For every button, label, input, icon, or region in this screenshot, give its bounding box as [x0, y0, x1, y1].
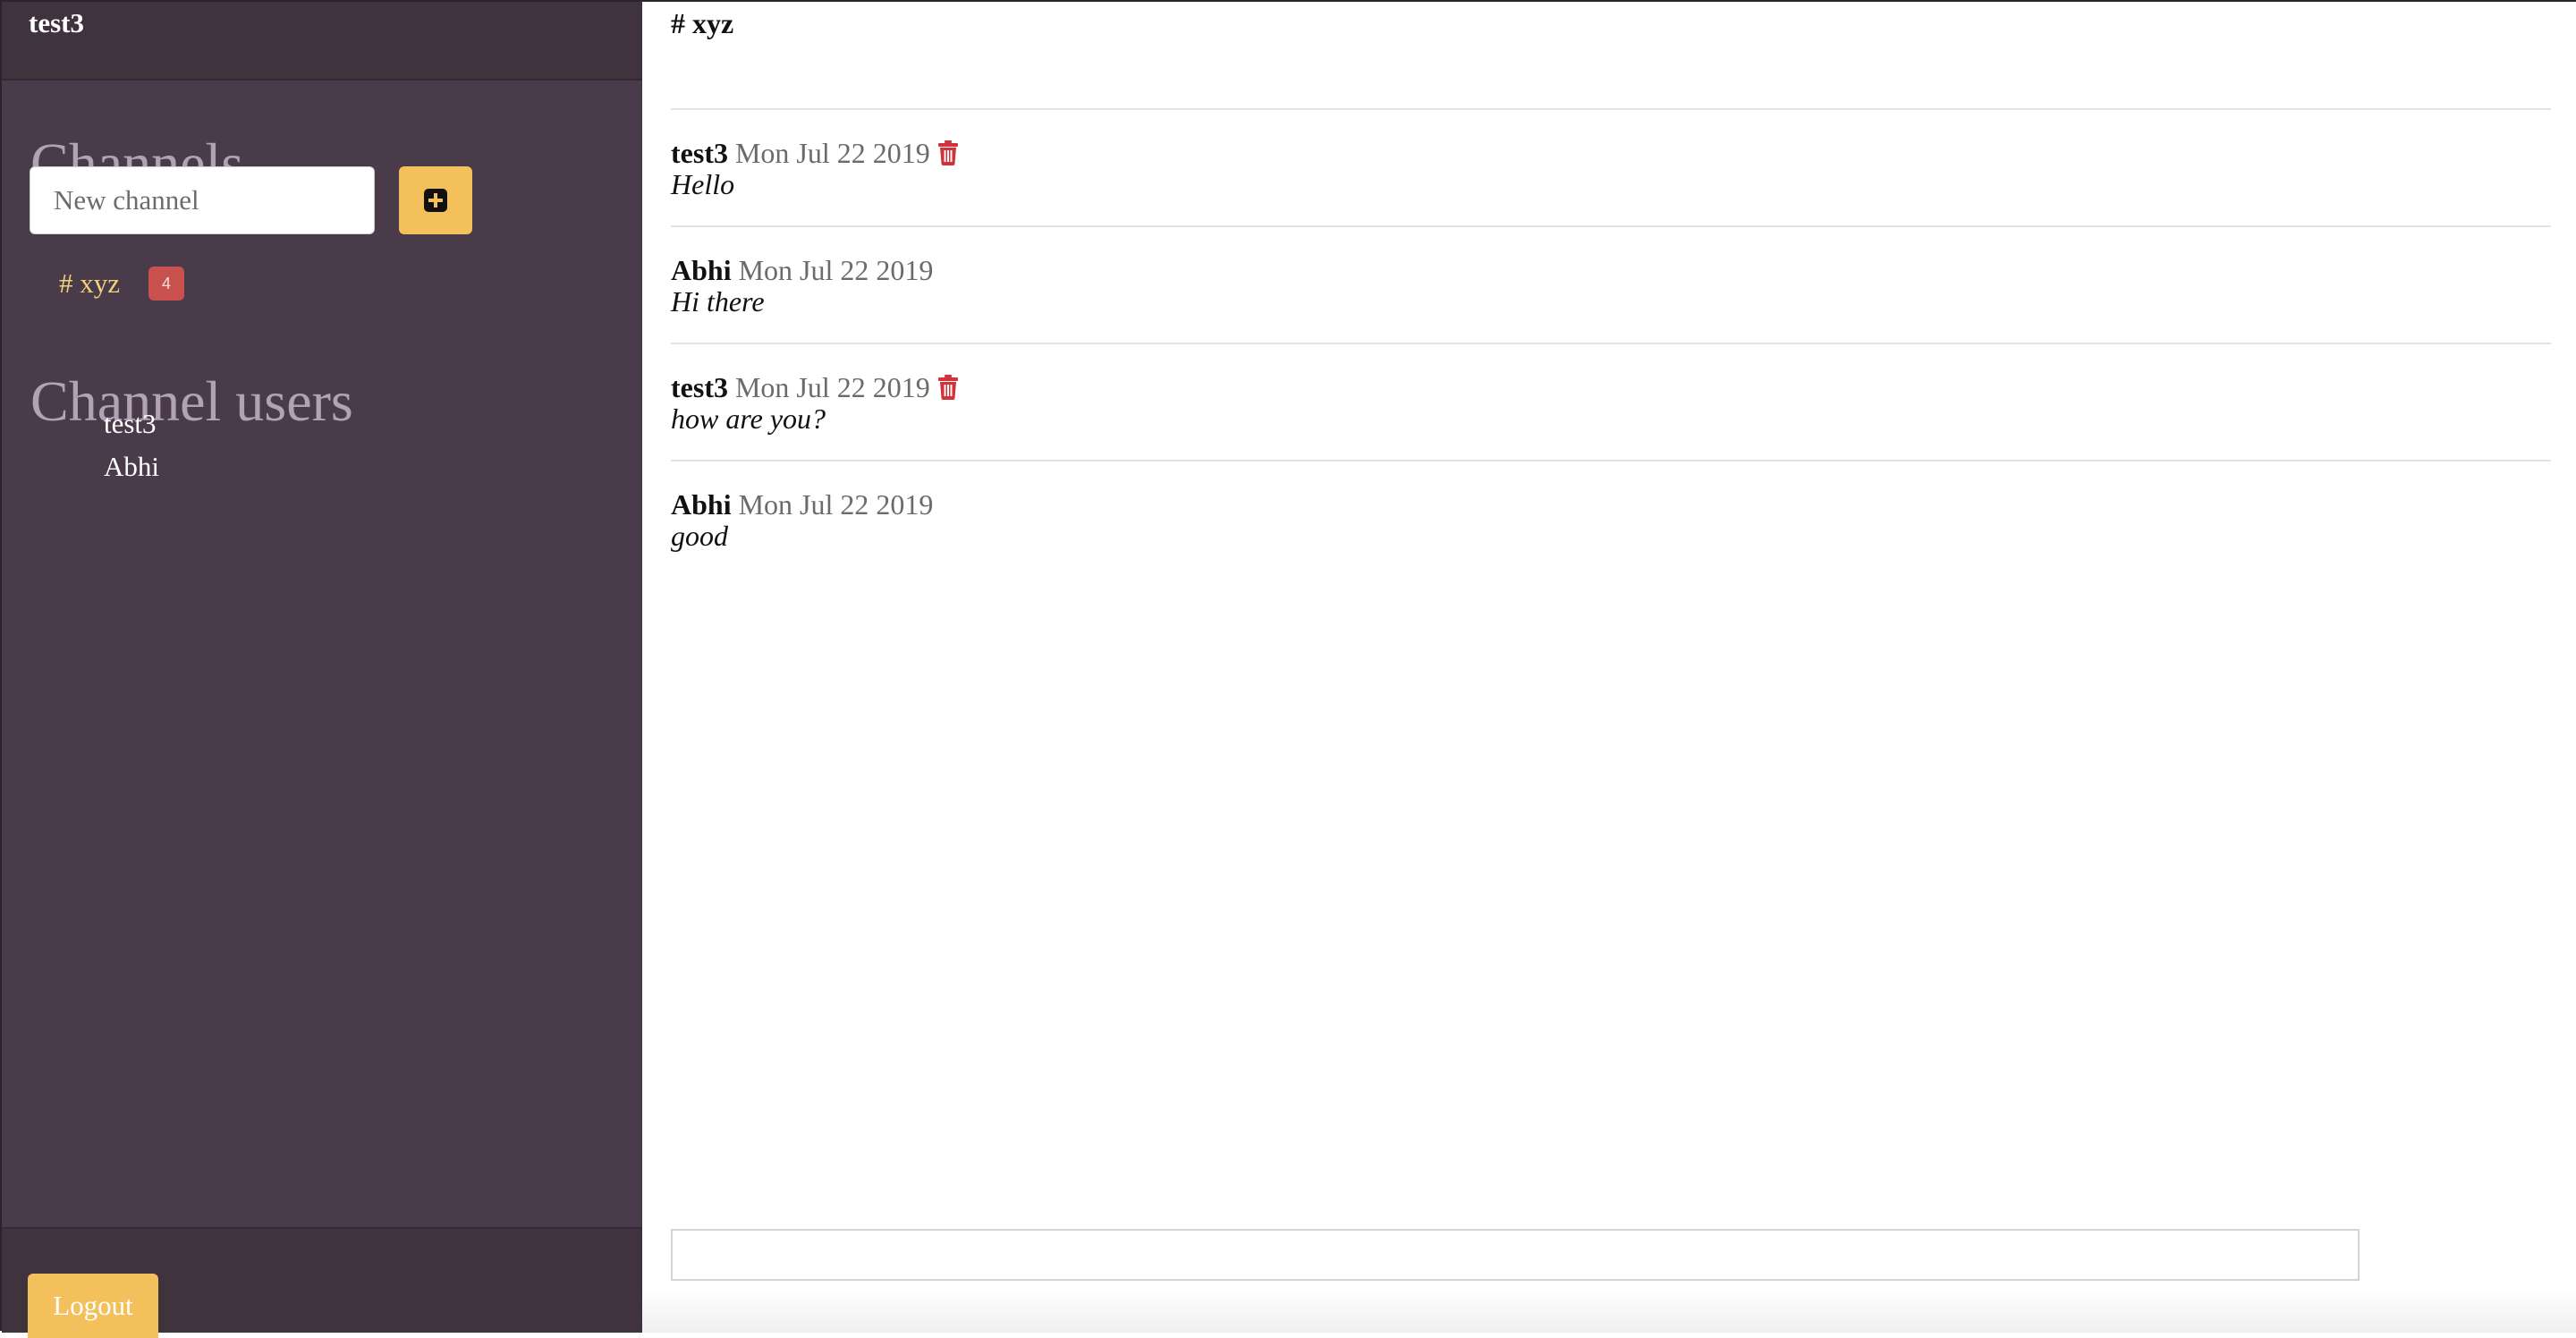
sidebar-header: test3: [2, 2, 642, 80]
message-compose-input[interactable]: [671, 1229, 2360, 1281]
message-item: Abhi Mon Jul 22 2019 Hi there: [671, 227, 2551, 344]
channel-user-item: test3: [104, 408, 157, 439]
message-text: Hello: [671, 168, 735, 200]
message-date: Mon Jul 22 2019: [738, 487, 934, 521]
chat-main: # xyz test3 Mon Jul 22 2019 Hello Abhi M…: [642, 0, 2576, 1333]
message-text: good: [671, 520, 728, 552]
message-item: test3 Mon Jul 22 2019 Hello: [671, 110, 2551, 227]
message-item: Abhi Mon Jul 22 2019 good: [671, 462, 2551, 579]
logout-button[interactable]: Logout: [28, 1274, 158, 1338]
current-username: test3: [29, 7, 84, 38]
bottom-fade: [642, 1290, 2576, 1333]
add-channel-button[interactable]: [399, 166, 472, 234]
new-channel-input[interactable]: [30, 166, 375, 234]
message-header: Abhi Mon Jul 22 2019: [671, 254, 2551, 286]
channel-user-list: test3 Abhi: [104, 402, 159, 488]
message-header: Abhi Mon Jul 22 2019: [671, 488, 2551, 521]
message-header: test3 Mon Jul 22 2019: [671, 137, 2551, 169]
message-text: how are you?: [671, 402, 826, 435]
message-list: test3 Mon Jul 22 2019 Hello Abhi Mon Jul…: [671, 110, 2551, 579]
message-date: Mon Jul 22 2019: [734, 370, 930, 403]
sidebar-footer: Logout: [2, 1227, 642, 1338]
unread-count-badge: 4: [148, 267, 185, 301]
plus-square-icon: [424, 189, 447, 212]
message-item: test3 Mon Jul 22 2019 how are you?: [671, 344, 2551, 462]
channel-item-xyz[interactable]: # xyz 4: [59, 267, 185, 301]
channel-title: # xyz: [671, 7, 734, 39]
message-author: test3: [671, 370, 728, 403]
trash-icon[interactable]: [937, 375, 959, 400]
message-author: Abhi: [671, 487, 732, 521]
trash-icon[interactable]: [937, 140, 959, 165]
message-author: Abhi: [671, 253, 732, 286]
message-date: Mon Jul 22 2019: [738, 253, 934, 286]
message-author: test3: [671, 136, 728, 169]
channel-item-label: # xyz: [59, 267, 121, 299]
channel-users-heading: Channel users: [30, 369, 353, 434]
channel-user-item: Abhi: [104, 451, 159, 482]
message-header: test3 Mon Jul 22 2019: [671, 371, 2551, 403]
sidebar: test3 Channels # xyz 4 Channel users tes…: [0, 0, 642, 1338]
message-date: Mon Jul 22 2019: [734, 136, 930, 169]
message-text: Hi there: [671, 285, 765, 318]
